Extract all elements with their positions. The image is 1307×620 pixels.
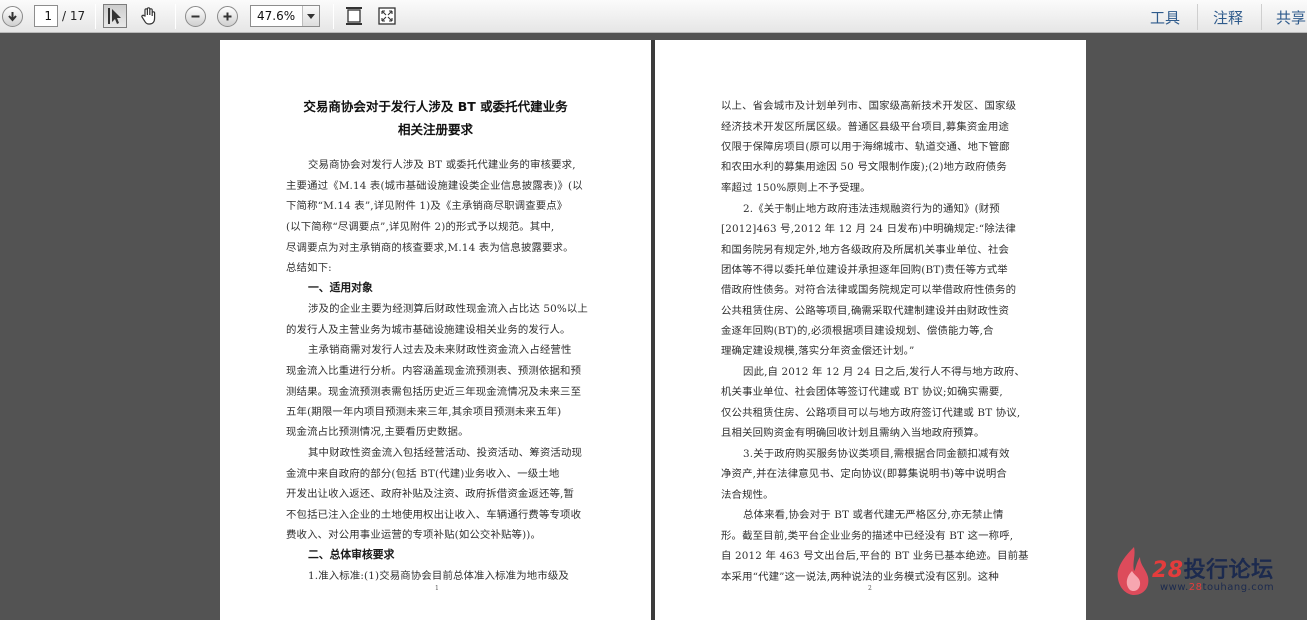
document-page-2: 以上、省会城市及计划单列市、国家级高新技术开发区、国家级 经济技术开发区所属区级… (655, 40, 1086, 620)
plus-icon (217, 6, 238, 27)
full-screen-icon (378, 7, 396, 25)
paragraph-line: 团体等不得以委托单位建设并承担逐年回购(BT)责任等方式举 (721, 264, 1008, 276)
toolbar-divider (1261, 4, 1262, 30)
paragraph-line: 机关事业单位、社会团体等签订代建或 BT 协议;如确实需要, (721, 386, 1003, 398)
hand-tool-button[interactable] (137, 4, 161, 28)
paragraph-line: 开发出让收入返还、政府补贴及注资、政府拆借资金返还等,暂 (286, 488, 575, 500)
zoom-out-button[interactable] (185, 5, 206, 28)
paragraph-line: 其中财政性资金流入包括经营活动、投资活动、筹资活动现 (308, 447, 583, 459)
page-number: 2 (868, 585, 872, 592)
paragraph-line: 法合规性。 (721, 489, 774, 501)
paragraph-line: 仅公共租赁住房、公路项目可以与地方政府签订代建或 BT 协议, (721, 407, 1021, 419)
toolbar: 1 / 17 47.6% 工具 注释 共享 (0, 0, 1307, 33)
paragraph-line: 净资产,并在法律意见书、定向协议(即募集说明书)等中说明合 (721, 468, 1007, 480)
paragraph-line: 借政府性债务。对符合法律或国务院规定可以举借政府性债务的 (721, 284, 1017, 296)
paragraph-line: 3.关于政府购买服务协议类项目,需根据合同金额扣减有效 (743, 448, 1010, 460)
chevron-down-icon[interactable] (302, 6, 319, 26)
toolbar-divider (175, 4, 176, 29)
paragraph-line: 尽调要点为对主承销商的核查要求,M.14 表为信息披露要求。 (286, 242, 574, 254)
share-link[interactable]: 共享 (1276, 7, 1306, 28)
watermark-url: www.28touhang.com (1160, 582, 1274, 593)
paragraph-line: 2.《关于制止地方政府违法违规融资行为的通知》(财预 (743, 203, 1000, 215)
watermark-url-suffix: touhang.com (1202, 582, 1275, 593)
paragraph-line: 涉及的企业主要为经测算后财政性现金流入占比达 50%以上 (308, 303, 588, 315)
section-heading: 一、适用对象 (308, 281, 373, 294)
page-total-label: / 17 (62, 9, 86, 23)
paragraph-line: (以下简称“尽调要点”,详见附件 2)的形式予以规范。其中, (286, 221, 555, 233)
page-number: 1 (435, 585, 439, 592)
paragraph-line: 经济技术开发区所属区级。普通区县级平台项目,募集资金用途 (721, 121, 1010, 133)
fit-page-button[interactable] (342, 4, 366, 28)
paragraph-line: 公共租赁住房、公路等项目,确需采取代建制建设并由财政性资 (721, 305, 1010, 317)
paragraph-line: 下简称“M.14 表”,详见附件 1)及《主承销商尽职调查要点》 (286, 200, 568, 212)
zoom-value: 47.6% (257, 9, 296, 23)
paragraph-line: 不包括已注入企业的土地使用权出让收入、车辆通行费等专项收 (286, 509, 582, 521)
zoom-in-button[interactable] (217, 5, 238, 28)
toolbar-divider (333, 4, 334, 29)
toolbar-divider (95, 4, 96, 29)
paragraph-line: 1.准入标准:(1)交易商协会目前总体准入标准为地市级及 (308, 570, 569, 582)
paragraph-line: 率超过 150%原则上不予受理。 (721, 182, 871, 194)
download-button[interactable] (2, 5, 23, 28)
paragraph-line: 五年(期限一年内项目预测未来三年,其余项目预测未来五年) (286, 406, 562, 418)
watermark-brand-text: 投行论坛 (1183, 558, 1274, 583)
comment-link[interactable]: 注释 (1213, 7, 1243, 28)
paragraph-line: 自 2012 年 463 号文出台后,平台的 BT 业务已基本绝迹。目前基 (721, 550, 1029, 562)
paragraph-line: 理确定建设规模,落实分年资金偿还计划。” (721, 345, 915, 357)
document-subtitle: 相关注册要求 (397, 122, 473, 137)
document-title: 交易商协会对于发行人涉及 BT 或委托代建业务 (303, 99, 568, 114)
paragraph-line: 形。截至目前,类平台企业业务的描述中已经没有 BT 这一称呼, (721, 530, 1014, 542)
section-heading: 二、总体审核要求 (308, 548, 395, 561)
paragraph-line: 现金流占比预测情况,主要看历史数据。 (286, 426, 469, 438)
paragraph-line: 金流中来自政府的部分(包括 BT(代建)业务收入、一级土地 (286, 468, 560, 480)
zoom-select[interactable]: 47.6% (250, 5, 320, 27)
paragraph-line: 且相关回购资金有明确回收计划且需纳入当地政府预算。 (721, 427, 985, 439)
paragraph-line: 的发行人及主营业务为城市基础设施建设相关业务的发行人。 (286, 324, 571, 336)
cursor-icon (108, 8, 121, 24)
flame-icon (1117, 547, 1149, 595)
paragraph-line: 主要通过《M.14 表(城市基础设施建设类企业信息披露表)》(以 (286, 180, 583, 192)
paragraph-line: 主承销商需对发行人过去及未来财政性资金流入占经营性 (308, 344, 572, 356)
paragraph-line: 因此,自 2012 年 12 月 24 日之后,发行人不得与地方政府、 (743, 366, 1025, 378)
watermark-url-number: 28 (1188, 582, 1203, 593)
toolbar-divider (1197, 4, 1198, 30)
document-page-1: 交易商协会对于发行人涉及 BT 或委托代建业务 相关注册要求 交易商协会对发行人… (220, 40, 651, 620)
watermark-brand: 28投行论坛 (1152, 552, 1274, 584)
watermark-brand-number: 28 (1152, 558, 1184, 583)
paragraph-line: [2012]463 号,2012 年 12 月 24 日发布)中明确规定:“除法… (721, 223, 1016, 235)
paragraph-line: 金逐年回购(BT)的,必须根据项目建设规划、偿债能力等,合 (721, 325, 994, 337)
full-screen-button[interactable] (375, 4, 399, 28)
arrow-down-icon (2, 6, 23, 27)
paragraph-line: 仅限于保障房项目(原可以用于海绵城市、轨道交通、地下管廊 (721, 141, 1010, 153)
paragraph-line: 和国务院另有规定外,地方各级政府及所属机关事业单位、社会 (721, 244, 1010, 256)
paragraph-line: 测结果。现金流预测表需包括历史近三年现金流情况及未来三至 (286, 386, 582, 398)
fit-page-icon (346, 7, 362, 25)
select-tool-button[interactable] (103, 4, 127, 28)
minus-icon (185, 6, 206, 27)
paragraph-line: 交易商协会对发行人涉及 BT 或委托代建业务的审核要求, (308, 159, 576, 171)
paragraph-line: 以上、省会城市及计划单列市、国家级高新技术开发区、国家级 (721, 100, 1017, 112)
page-number-input[interactable]: 1 (34, 5, 58, 27)
watermark-url-prefix: www. (1160, 582, 1189, 593)
paragraph-line: 费收入、对公用事业运营的专项补贴(如公交补贴等))。 (286, 529, 542, 541)
paragraph-line: 总结如下: (286, 262, 332, 274)
hand-icon (141, 7, 156, 25)
paragraph-line: 现金流入比重进行分析。内容涵盖现金流预测表、预测依据和预 (286, 365, 582, 377)
paragraph-line: 和农田水利的募集用途因 50 号文限制作废);(2)地方政府债务 (721, 161, 1007, 173)
paragraph-line: 总体来看,协会对于 BT 或者代建无严格区分,亦无禁止情 (743, 509, 1004, 521)
tools-link[interactable]: 工具 (1150, 7, 1180, 28)
paragraph-line: 本采用“代建”这一说法,两种说法的业务模式没有区别。这种 (721, 571, 999, 583)
